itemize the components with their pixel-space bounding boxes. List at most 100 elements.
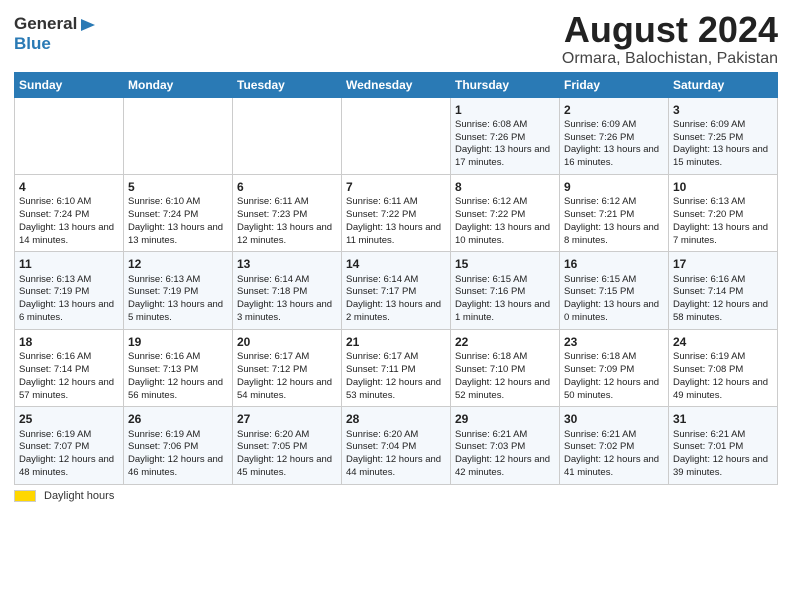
sunset-text: Sunset: 7:08 PM [673, 364, 743, 375]
sunset-text: Sunset: 7:20 PM [673, 209, 743, 220]
daylight-text: Daylight: 12 hours and 48 minutes. [19, 454, 114, 478]
daylight-text: Daylight: 13 hours and 8 minutes. [564, 222, 659, 246]
calendar-cell: 5Sunrise: 6:10 AMSunset: 7:24 PMDaylight… [124, 175, 233, 252]
sunset-text: Sunset: 7:14 PM [19, 364, 89, 375]
calendar-cell [342, 97, 451, 174]
sunrise-text: Sunrise: 6:14 AM [237, 274, 309, 285]
calendar-cell: 23Sunrise: 6:18 AMSunset: 7:09 PMDayligh… [560, 329, 669, 406]
daylight-text: Daylight: 13 hours and 17 minutes. [455, 144, 550, 168]
sunrise-text: Sunrise: 6:17 AM [237, 351, 309, 362]
calendar-cell: 22Sunrise: 6:18 AMSunset: 7:10 PMDayligh… [451, 329, 560, 406]
day-number: 14 [346, 256, 446, 272]
calendar-cell: 27Sunrise: 6:20 AMSunset: 7:05 PMDayligh… [233, 407, 342, 484]
sunrise-text: Sunrise: 6:13 AM [19, 274, 91, 285]
daylight-text: Daylight: 13 hours and 12 minutes. [237, 222, 332, 246]
sunrise-text: Sunrise: 6:12 AM [455, 196, 527, 207]
sunrise-text: Sunrise: 6:20 AM [346, 429, 418, 440]
calendar-table: SundayMondayTuesdayWednesdayThursdayFrid… [14, 72, 778, 485]
logo-general-word: General [14, 14, 77, 33]
day-number: 10 [673, 179, 773, 195]
sunrise-text: Sunrise: 6:20 AM [237, 429, 309, 440]
day-number: 25 [19, 411, 119, 427]
calendar-title: August 2024 [562, 10, 778, 50]
daylight-text: Daylight: 13 hours and 7 minutes. [673, 222, 768, 246]
weekday-header-saturday: Saturday [669, 72, 778, 97]
sunset-text: Sunset: 7:26 PM [564, 132, 634, 143]
day-number: 29 [455, 411, 555, 427]
weekday-header-monday: Monday [124, 72, 233, 97]
calendar-cell: 14Sunrise: 6:14 AMSunset: 7:17 PMDayligh… [342, 252, 451, 329]
calendar-cell: 12Sunrise: 6:13 AMSunset: 7:19 PMDayligh… [124, 252, 233, 329]
sunrise-text: Sunrise: 6:11 AM [346, 196, 418, 207]
sunrise-text: Sunrise: 6:10 AM [19, 196, 91, 207]
daylight-text: Daylight: 12 hours and 42 minutes. [455, 454, 550, 478]
day-number: 21 [346, 334, 446, 350]
logo: General Blue [14, 14, 97, 54]
day-number: 15 [455, 256, 555, 272]
day-number: 6 [237, 179, 337, 195]
calendar-cell: 26Sunrise: 6:19 AMSunset: 7:06 PMDayligh… [124, 407, 233, 484]
calendar-cell: 2Sunrise: 6:09 AM Sunset: 7:26 PMDaylight… [560, 97, 669, 174]
daylight-text: Daylight: 13 hours and 5 minutes. [128, 299, 223, 323]
sunrise-text: Sunrise: 6:15 AM [455, 274, 527, 285]
day-number: 27 [237, 411, 337, 427]
sunrise-text: Sunrise: 6:18 AM [455, 351, 527, 362]
sunset-text: Sunset: 7:06 PM [128, 441, 198, 452]
weekday-header-sunday: Sunday [15, 72, 124, 97]
day-number: 4 [19, 179, 119, 195]
day-number: 2 [564, 102, 664, 118]
sunrise-text: Sunrise: 6:21 AM [673, 429, 745, 440]
weekday-header-friday: Friday [560, 72, 669, 97]
daylight-text: Daylight: 12 hours and 53 minutes. [346, 377, 441, 401]
sunrise-text: Sunrise: 6:09 AM [673, 119, 745, 130]
daylight-text: Daylight: 13 hours and 15 minutes. [673, 144, 768, 168]
day-number: 18 [19, 334, 119, 350]
sunrise-text: Sunrise: 6:19 AM [128, 429, 200, 440]
sunset-text: Sunset: 7:24 PM [19, 209, 89, 220]
sunset-text: Sunset: 7:04 PM [346, 441, 416, 452]
calendar-cell: 31Sunrise: 6:21 AMSunset: 7:01 PMDayligh… [669, 407, 778, 484]
daylight-text: Daylight: 12 hours and 46 minutes. [128, 454, 223, 478]
calendar-cell: 9Sunrise: 6:12 AMSunset: 7:21 PMDaylight… [560, 175, 669, 252]
daylight-text: Daylight: 12 hours and 56 minutes. [128, 377, 223, 401]
sunset-text: Sunset: 7:21 PM [564, 209, 634, 220]
daylight-text: Daylight: 13 hours and 1 minute. [455, 299, 550, 323]
title-block: August 2024 Ormara, Balochistan, Pakista… [562, 10, 778, 68]
day-number: 30 [564, 411, 664, 427]
day-number: 11 [19, 256, 119, 272]
calendar-cell: 24Sunrise: 6:19 AMSunset: 7:08 PMDayligh… [669, 329, 778, 406]
calendar-cell [233, 97, 342, 174]
daylight-text: Daylight: 12 hours and 52 minutes. [455, 377, 550, 401]
calendar-cell: 29Sunrise: 6:21 AMSunset: 7:03 PMDayligh… [451, 407, 560, 484]
sunrise-text: Sunrise: 6:09 AM [564, 119, 636, 130]
daylight-text: Daylight: 13 hours and 10 minutes. [455, 222, 550, 246]
day-number: 9 [564, 179, 664, 195]
day-number: 8 [455, 179, 555, 195]
daylight-text: Daylight: 12 hours and 50 minutes. [564, 377, 659, 401]
weekday-header-thursday: Thursday [451, 72, 560, 97]
calendar-subtitle: Ormara, Balochistan, Pakistan [562, 50, 778, 68]
week-row-1: 1Sunrise: 6:08 AMSunset: 7:26 PMDaylight… [15, 97, 778, 174]
daylight-text: Daylight: 13 hours and 3 minutes. [237, 299, 332, 323]
daylight-text: Daylight: 13 hours and 14 minutes. [19, 222, 114, 246]
daylight-text: Daylight: 13 hours and 16 minutes. [564, 144, 659, 168]
sunrise-text: Sunrise: 6:13 AM [673, 196, 745, 207]
daylight-text: Daylight: 13 hours and 6 minutes. [19, 299, 114, 323]
daylight-text: Daylight: 13 hours and 2 minutes. [346, 299, 441, 323]
calendar-cell: 4Sunrise: 6:10 AM Sunset: 7:24 PM Daylight… [15, 175, 124, 252]
sunrise-text: Sunrise: 6:16 AM [673, 274, 745, 285]
sunrise-text: Sunrise: 6:13 AM [128, 274, 200, 285]
sunset-text: Sunset: 7:24 PM [128, 209, 198, 220]
sunset-text: Sunset: 7:19 PM [128, 286, 198, 297]
sunset-text: Sunset: 7:15 PM [564, 286, 634, 297]
calendar-cell: 25Sunrise: 6:19 AMSunset: 7:07 PMDayligh… [15, 407, 124, 484]
week-row-3: 11Sunrise: 6:13 AMSunset: 7:19 PMDayligh… [15, 252, 778, 329]
sunset-text: Sunset: 7:05 PM [237, 441, 307, 452]
weekday-header-row: SundayMondayTuesdayWednesdayThursdayFrid… [15, 72, 778, 97]
sunset-text: Sunset: 7:11 PM [346, 364, 416, 375]
sunrise-text: Sunrise: 6:19 AM [19, 429, 91, 440]
day-number: 22 [455, 334, 555, 350]
calendar-cell [15, 97, 124, 174]
sunset-text: Sunset: 7:03 PM [455, 441, 525, 452]
daylight-text: Daylight: 12 hours and 58 minutes. [673, 299, 768, 323]
